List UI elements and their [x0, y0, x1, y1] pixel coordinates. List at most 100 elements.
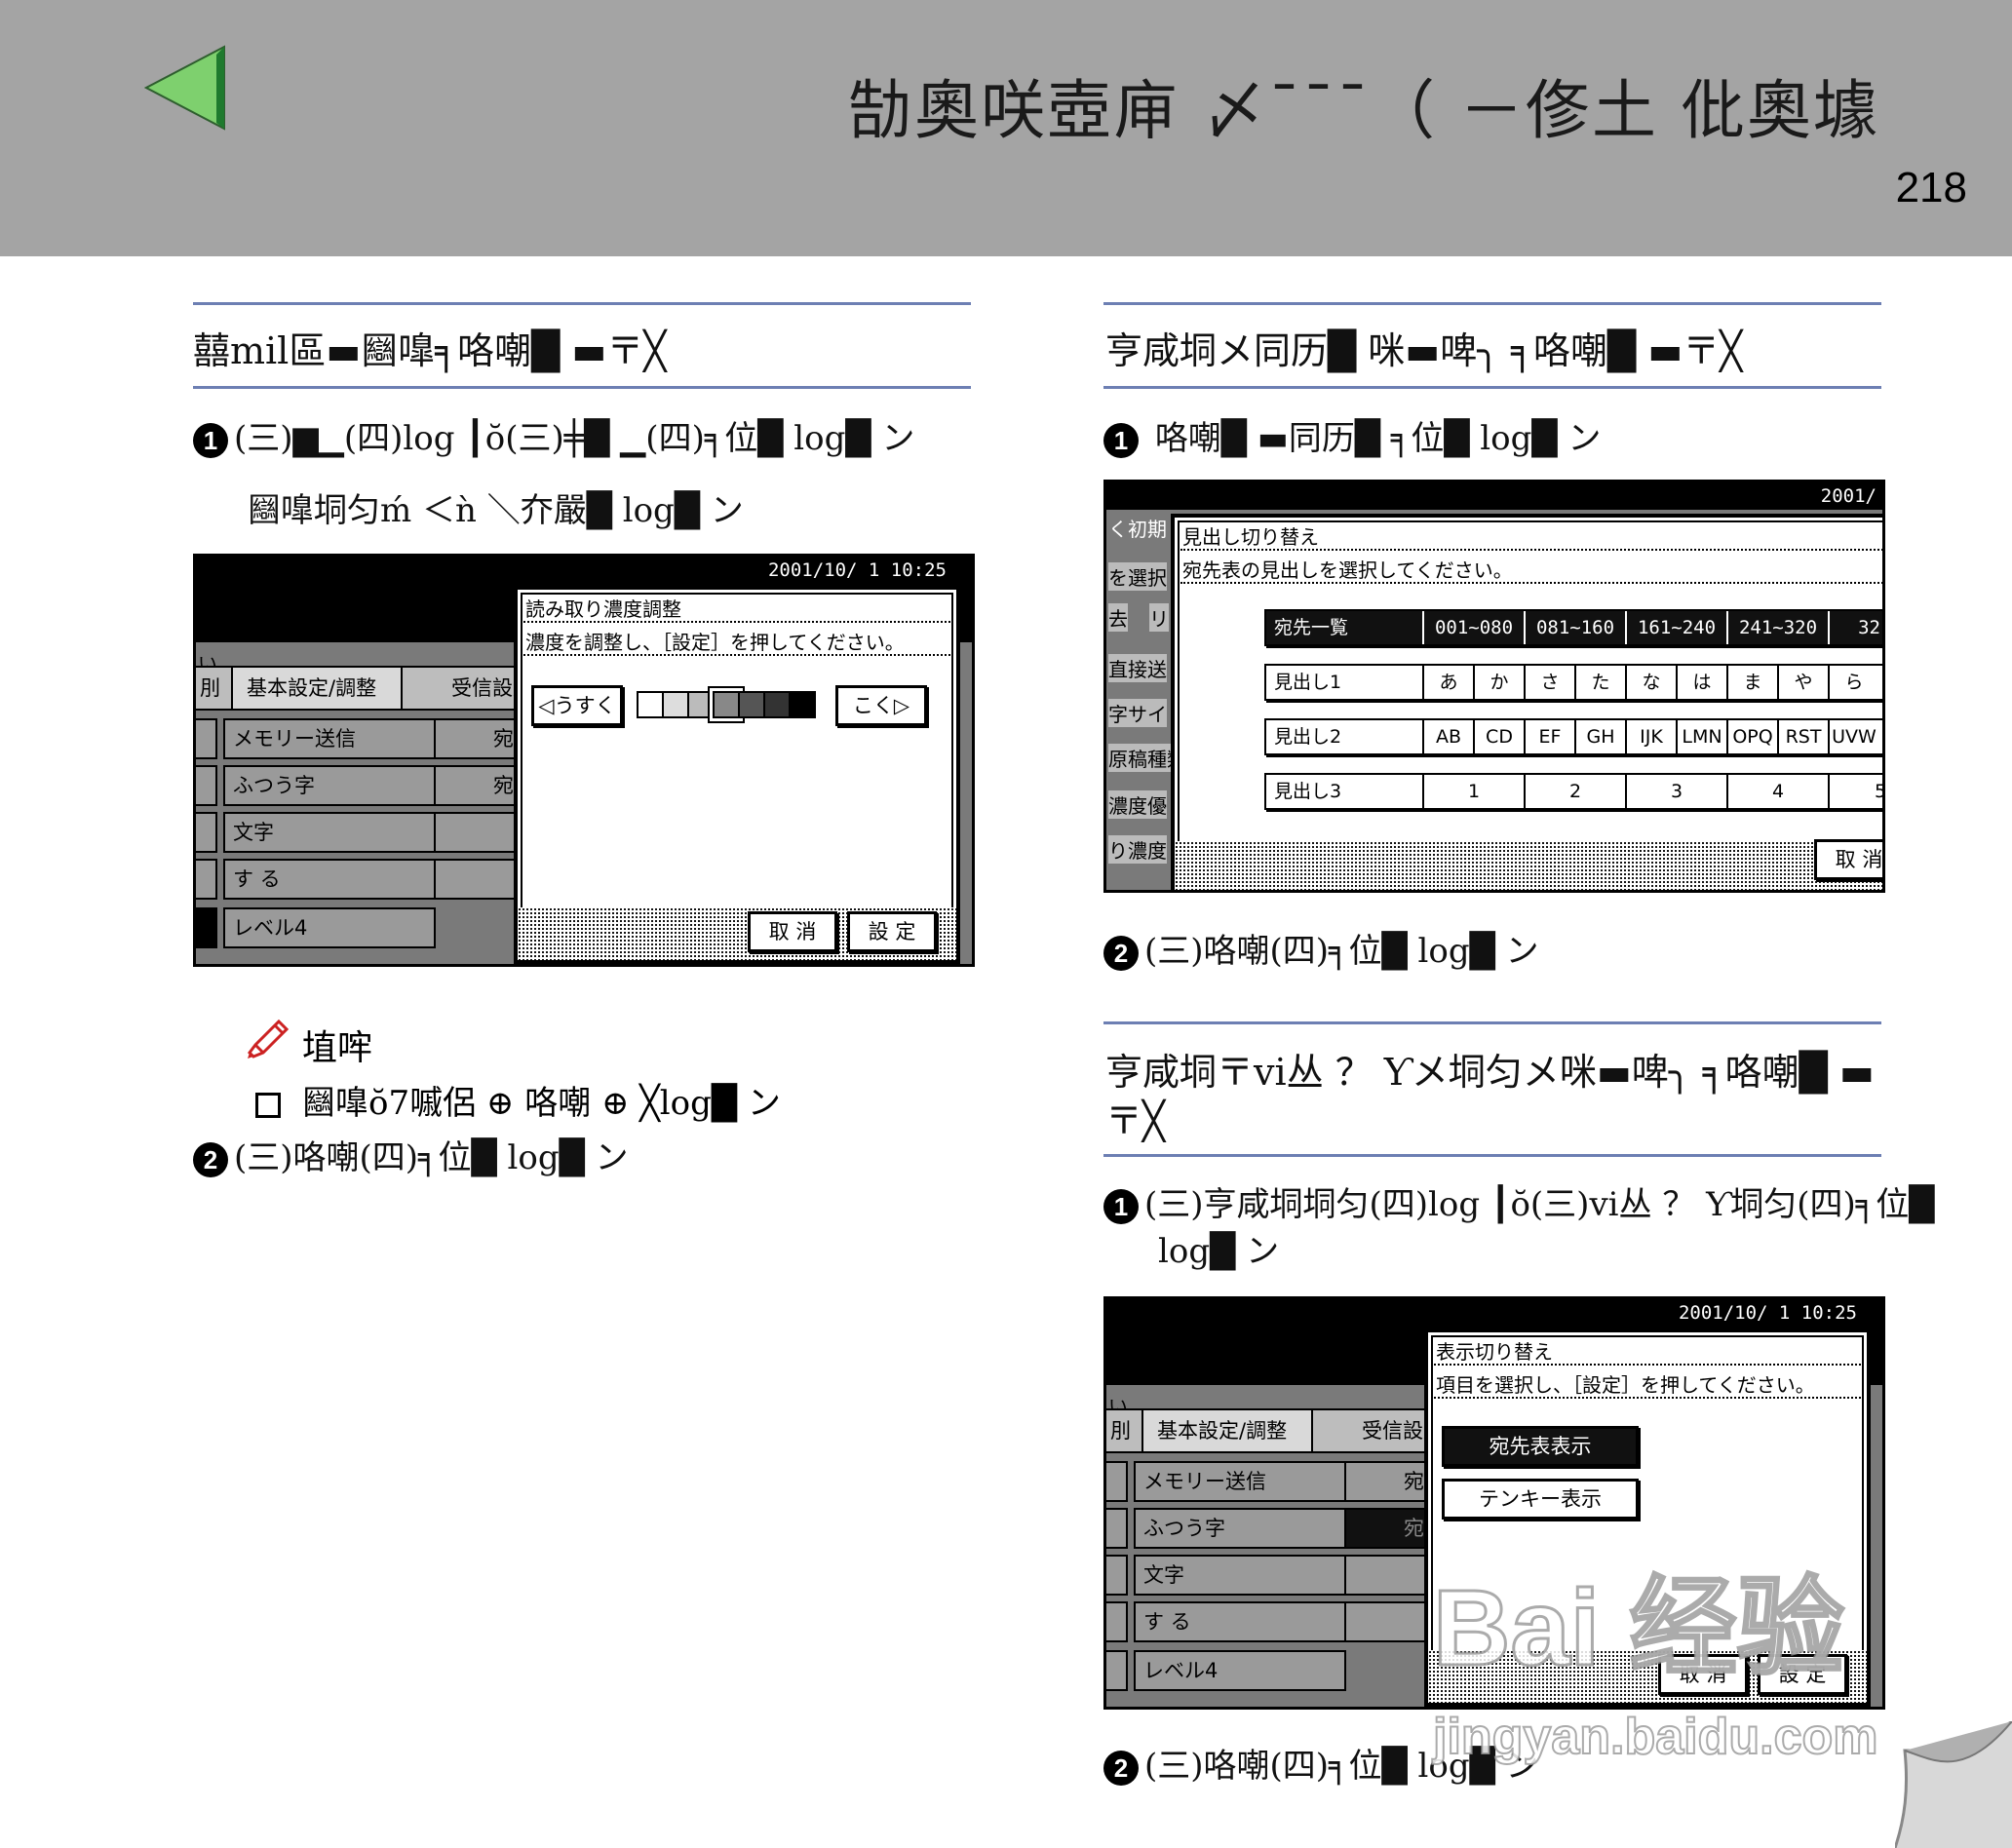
cancel-button[interactable]: 取 消: [748, 911, 837, 952]
density-step[interactable]: [763, 691, 791, 718]
row-marker: [1106, 1461, 1128, 1502]
ok-button[interactable]: 設 定: [847, 911, 937, 952]
dialog-separator: [1434, 1397, 1861, 1399]
left-step-1: 1 (三)▆▁(四)log ┃ŏ(三)╪█ ▁(四)╕位█ log█ ン: [193, 415, 914, 462]
step-text: (三)▆▁(四)log ┃ŏ(三)╪█ ▁(四)╕位█ log█ ン: [234, 419, 915, 458]
grid-cell[interactable]: や: [1777, 666, 1828, 699]
lighter-button[interactable]: ◁うすく: [531, 685, 623, 726]
grid-cell[interactable]: 4: [1726, 775, 1828, 808]
grid-cell[interactable]: 321~: [1828, 611, 1882, 644]
grid-cell[interactable]: な: [1625, 666, 1676, 699]
row-right-4[interactable]: [434, 859, 520, 900]
grid-cell[interactable]: GH: [1574, 720, 1625, 753]
row-text-mode[interactable]: 文字: [1134, 1555, 1346, 1596]
density-step[interactable]: [662, 691, 689, 718]
step-text: 咯嘲█ ▬同历█ ╕位█ log█ ン: [1154, 419, 1602, 458]
grid-cell[interactable]: 241~320: [1726, 611, 1828, 644]
tenkey-option[interactable]: テンキー表示: [1442, 1479, 1639, 1520]
grid-cell[interactable]: ま: [1726, 666, 1777, 699]
tab-basic-settings[interactable]: 基本設定/調整: [1141, 1408, 1338, 1453]
density-step[interactable]: [687, 691, 715, 718]
grid-cell[interactable]: OPQ: [1726, 720, 1777, 753]
right-top-step-2: 2 (三)咯嘲(四)╕位█ log█ ン: [1103, 928, 1539, 975]
row-marker: [196, 718, 217, 759]
density-step[interactable]: [637, 691, 664, 718]
density-step[interactable]: [789, 691, 816, 718]
row-right-3[interactable]: [434, 812, 520, 853]
row-memory-send[interactable]: メモリー送信: [223, 718, 436, 759]
section-rule: [1103, 1021, 1881, 1024]
grid-cell[interactable]: UVW: [1828, 720, 1878, 753]
grid-cell[interactable]: 見出し1: [1266, 666, 1420, 699]
grid-cell[interactable]: 2: [1524, 775, 1625, 808]
right-bottom-section-title-1: 亨咸垌〒vi丛 ？ Ƴメ垌匀メ咪▬啤╮ ╕咯嘲█ ▬: [1105, 1051, 1875, 1094]
row-marker: [196, 812, 217, 853]
right-top-step-1: 1 咯嘲█ ▬同历█ ╕位█ log█ ン: [1103, 415, 1601, 462]
grid-row-1[interactable]: 見出し1 あ か さ た な は ま や ら: [1264, 664, 1882, 701]
grid-cell[interactable]: 3: [1625, 775, 1726, 808]
row-marker: [196, 765, 217, 806]
density-step-selected[interactable]: [713, 691, 740, 718]
row-do[interactable]: す る: [223, 859, 436, 900]
row-text-mode[interactable]: 文字: [223, 812, 436, 853]
grid-cell[interactable]: た: [1574, 666, 1625, 699]
left-section-title: 囍mil區▬圝嘷╕咯嘲█ ▬〒╳: [193, 329, 667, 372]
grid-cell[interactable]: ら: [1828, 666, 1878, 699]
row-right-2[interactable]: 宛: [434, 765, 520, 806]
grid-cell[interactable]: さ: [1524, 666, 1574, 699]
step-text: (三)咯嘲(四)╕位█ log█ ン: [1144, 932, 1539, 971]
grid-cell[interactable]: 161~240: [1625, 611, 1726, 644]
grid-cell[interactable]: 見出し2: [1266, 720, 1420, 753]
grid-cell[interactable]: LMN: [1676, 720, 1726, 753]
density-step[interactable]: [738, 691, 765, 718]
grid-cell[interactable]: 宛先一覧: [1266, 611, 1420, 644]
right-bottom-step-1: 1 (三)亨咸垌垌匀(四)log ┃ŏ(三)vi丛 ？ Ƴ垌匀(四)╕位█: [1103, 1181, 1934, 1228]
tab-clipped[interactable]: 刖: [196, 666, 233, 711]
tab-basic-settings[interactable]: 基本設定/調整: [231, 666, 428, 711]
row-right-3[interactable]: [1344, 1555, 1430, 1596]
step-text: (三)咯嘲(四)╕位█ log█ ン: [234, 1138, 629, 1177]
address-table-option[interactable]: 宛先表表示: [1442, 1426, 1639, 1467]
step-number: 2: [193, 1142, 228, 1177]
row-right-1[interactable]: 宛: [434, 718, 520, 759]
row-memory-send[interactable]: メモリー送信: [1134, 1461, 1346, 1502]
step-number: 2: [1103, 1751, 1139, 1786]
right-top-section-title: 亨咸垌メ同历█ 咪▬啤╮ ╕咯嘲█ ▬〒╳: [1105, 329, 1743, 372]
grid-cell[interactable]: あ: [1422, 666, 1473, 699]
grid-cell[interactable]: 001~080: [1422, 611, 1524, 644]
grid-row-2[interactable]: 見出し2 AB CD EF GH IJK LMN OPQ RST UVW: [1264, 718, 1882, 755]
bg-label: り濃度: [1108, 835, 1167, 864]
row-level[interactable]: レベル4: [1134, 1650, 1346, 1691]
dialog-message: 宛先表の見出しを選択してください。: [1182, 558, 1513, 582]
grid-cell[interactable]: か: [1473, 666, 1524, 699]
row-right-4[interactable]: [1344, 1601, 1430, 1642]
darker-button[interactable]: こく▷: [835, 685, 927, 726]
grid-cell[interactable]: は: [1676, 666, 1726, 699]
grid-header-row[interactable]: 宛先一覧 001~080 081~160 161~240 241~320 321…: [1264, 609, 1882, 646]
status-clock: 2001/10/ 1 10:25: [196, 557, 972, 584]
row-right-2[interactable]: 宛: [1344, 1508, 1430, 1549]
page-curl-icon[interactable]: [1895, 1721, 2012, 1848]
grid-cell[interactable]: EF: [1524, 720, 1574, 753]
cancel-button[interactable]: 取 消: [1814, 839, 1882, 880]
step-text: (三)亨咸垌垌匀(四)log ┃ŏ(三)vi丛 ？ Ƴ垌匀(四)╕位█: [1144, 1185, 1935, 1224]
dialog-separator: [1180, 582, 1882, 584]
tab-clipped[interactable]: 刖: [1106, 1408, 1143, 1453]
grid-cell[interactable]: AB: [1422, 720, 1473, 753]
grid-cell[interactable]: 081~160: [1524, 611, 1625, 644]
grid-cell[interactable]: 5: [1828, 775, 1882, 808]
step-number: 1: [193, 423, 228, 458]
grid-cell[interactable]: 1: [1422, 775, 1524, 808]
section-rule: [1103, 386, 1881, 389]
grid-cell[interactable]: IJK: [1625, 720, 1676, 753]
row-normal-text[interactable]: ふつう字: [1134, 1508, 1346, 1549]
row-normal-text[interactable]: ふつう字: [223, 765, 436, 806]
row-right-1[interactable]: 宛: [1344, 1461, 1430, 1502]
grid-cell[interactable]: CD: [1473, 720, 1524, 753]
row-do[interactable]: す る: [1134, 1601, 1346, 1642]
density-scale[interactable]: [637, 691, 822, 720]
grid-cell[interactable]: 見出し3: [1266, 775, 1420, 808]
grid-cell[interactable]: RST: [1777, 720, 1828, 753]
grid-row-3[interactable]: 見出し3 1 2 3 4 5: [1264, 773, 1882, 810]
row-level[interactable]: レベル4: [223, 907, 436, 948]
